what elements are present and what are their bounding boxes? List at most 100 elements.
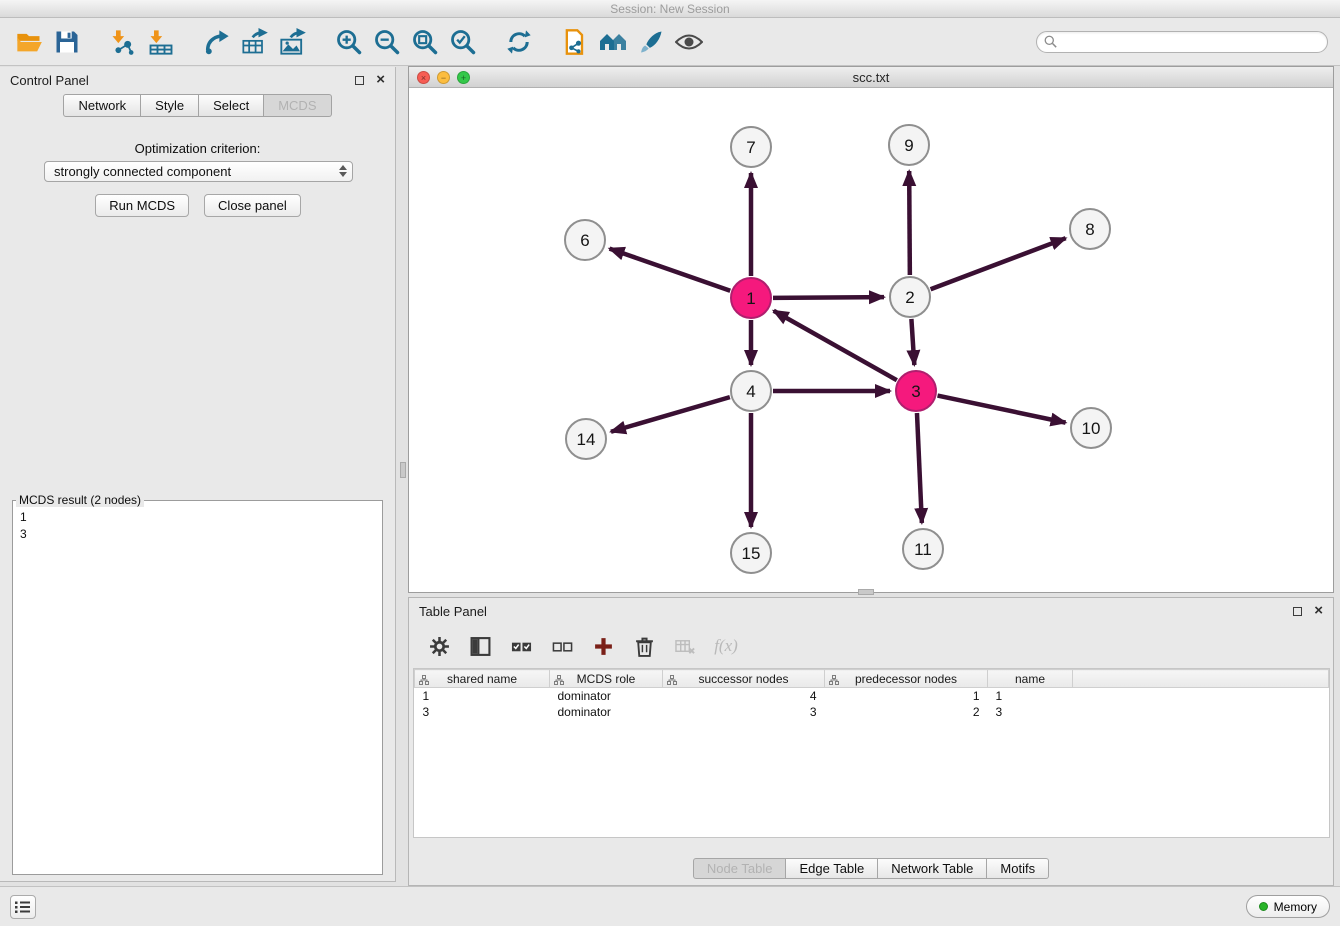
run-mcds-button[interactable]: Run MCDS [95,194,189,217]
graph-node-10[interactable]: 10 [1071,408,1111,448]
import-network-button[interactable] [104,23,142,61]
column-header-predecessor-nodes[interactable]: predecessor nodes [825,670,988,688]
network-view-window: × − + scc.txt 7968124314101511 [408,66,1334,593]
graph-node-label: 9 [904,136,913,155]
window-zoom-button[interactable]: + [457,71,470,84]
graph-edge-2-8[interactable] [931,238,1066,289]
export-table-button[interactable] [236,23,274,61]
graph-node-11[interactable]: 11 [903,529,943,569]
export-image-button[interactable] [274,23,312,61]
table-panel-close-icon[interactable]: × [1314,605,1323,617]
graph-node-15[interactable]: 15 [731,533,771,573]
tab-network[interactable]: Network [63,94,141,117]
tab-motifs[interactable]: Motifs [987,858,1049,879]
table-settings-button[interactable] [425,633,453,659]
control-panel-header: Control Panel × [0,67,395,93]
graph-node-label: 3 [911,382,920,401]
control-panel-float-icon[interactable] [355,76,364,85]
export-network-button[interactable] [198,23,236,61]
table-cell[interactable]: dominator [550,688,663,704]
criterion-dropdown[interactable]: strongly connected component [44,161,353,182]
deselect-all-icon [552,636,573,657]
tab-node-table[interactable]: Node Table [693,858,787,879]
show-columns-button[interactable] [466,633,494,659]
tab-network-table[interactable]: Network Table [878,858,987,879]
control-panel-close-icon[interactable]: × [376,74,385,86]
graph-node-14[interactable]: 14 [566,419,606,459]
node-table-body: 1dominator4113dominator323 [415,688,1329,720]
window-minimize-button[interactable]: − [437,71,450,84]
graph-node-8[interactable]: 8 [1070,209,1110,249]
table-cell[interactable]: 1 [825,688,988,704]
zoom-in-button[interactable] [330,23,368,61]
table-cell[interactable]: 2 [825,704,988,720]
column-header-name[interactable]: name [988,670,1073,688]
network-analyzer-button[interactable] [594,23,632,61]
graph-edge-3-1[interactable] [774,311,897,380]
network-graph[interactable]: 7 9 6 8 1 2 4 3 14 10 15 11 [409,88,1333,592]
visual-styles-button[interactable] [632,23,670,61]
table-cell[interactable]: 1 [988,688,1073,704]
tab-select[interactable]: Select [199,94,264,117]
table-row[interactable]: 3dominator323 [415,704,1329,720]
window-controls: × − + [417,71,470,84]
add-column-button[interactable] [589,633,617,659]
graph-edge-2-3[interactable] [911,319,914,365]
zoom-out-button[interactable] [368,23,406,61]
graph-node-4[interactable]: 4 [731,371,771,411]
delete-column-button[interactable] [630,633,658,659]
open-session-button[interactable] [10,23,48,61]
graph-node-3[interactable]: 3 [896,371,936,411]
graphics-details-button[interactable] [670,23,708,61]
tab-style[interactable]: Style [141,94,199,117]
memory-button[interactable]: Memory [1246,895,1330,918]
refresh-button[interactable] [500,23,538,61]
graph-edge-2-9[interactable] [909,171,910,275]
graph-edge-1-6[interactable] [610,249,731,291]
table-cell[interactable]: dominator [550,704,663,720]
close-panel-button[interactable]: Close panel [204,194,301,217]
task-history-button[interactable] [10,895,36,919]
table-cell[interactable]: 3 [988,704,1073,720]
graph-node-1[interactable]: 1 [731,278,771,318]
table-cell[interactable]: 3 [415,704,550,720]
graph-node-9[interactable]: 9 [889,125,929,165]
graph-node-6[interactable]: 6 [565,220,605,260]
column-header-successor-nodes[interactable]: successor nodes [663,670,825,688]
graph-edge-4-14[interactable] [611,397,730,432]
graph-node-label: 1 [746,289,755,308]
splitter-grip-vertical[interactable] [400,462,406,478]
graph-edge-1-2[interactable] [773,297,884,298]
window-close-button[interactable]: × [417,71,430,84]
table-cell[interactable]: 1 [415,688,550,704]
tab-mcds[interactable]: MCDS [264,94,331,117]
graph-node-7[interactable]: 7 [731,127,771,167]
graph-node-2[interactable]: 2 [890,277,930,317]
zoom-fit-button[interactable] [406,23,444,61]
control-panel-title: Control Panel [10,73,89,88]
save-floppy-icon [53,28,81,56]
tab-edge-table[interactable]: Edge Table [786,858,878,879]
column-header-shared-name[interactable]: shared name [415,670,550,688]
table-panel-float-icon[interactable] [1293,607,1302,616]
table-cell[interactable]: 3 [663,704,825,720]
graph-edge-3-11[interactable] [917,413,922,523]
table-row[interactable]: 1dominator411 [415,688,1329,704]
zoom-in-icon [335,28,363,56]
zoom-selected-button[interactable] [444,23,482,61]
deselect-all-button[interactable] [548,633,576,659]
search-input[interactable] [1062,35,1320,49]
import-table-icon [147,28,175,56]
import-table-button[interactable] [142,23,180,61]
trash-icon [634,636,655,657]
save-session-button[interactable] [48,23,86,61]
hierarchy-icon [829,674,839,688]
splitter-grip-horizontal[interactable] [858,589,874,595]
select-all-button[interactable] [507,633,535,659]
table-delete-icon [675,636,696,657]
column-header-mcds-role[interactable]: MCDS role [550,670,663,688]
dropdown-stepper-icon [339,165,347,177]
graph-edge-3-10[interactable] [938,396,1066,423]
open-document-network-button[interactable] [556,23,594,61]
table-cell[interactable]: 4 [663,688,825,704]
